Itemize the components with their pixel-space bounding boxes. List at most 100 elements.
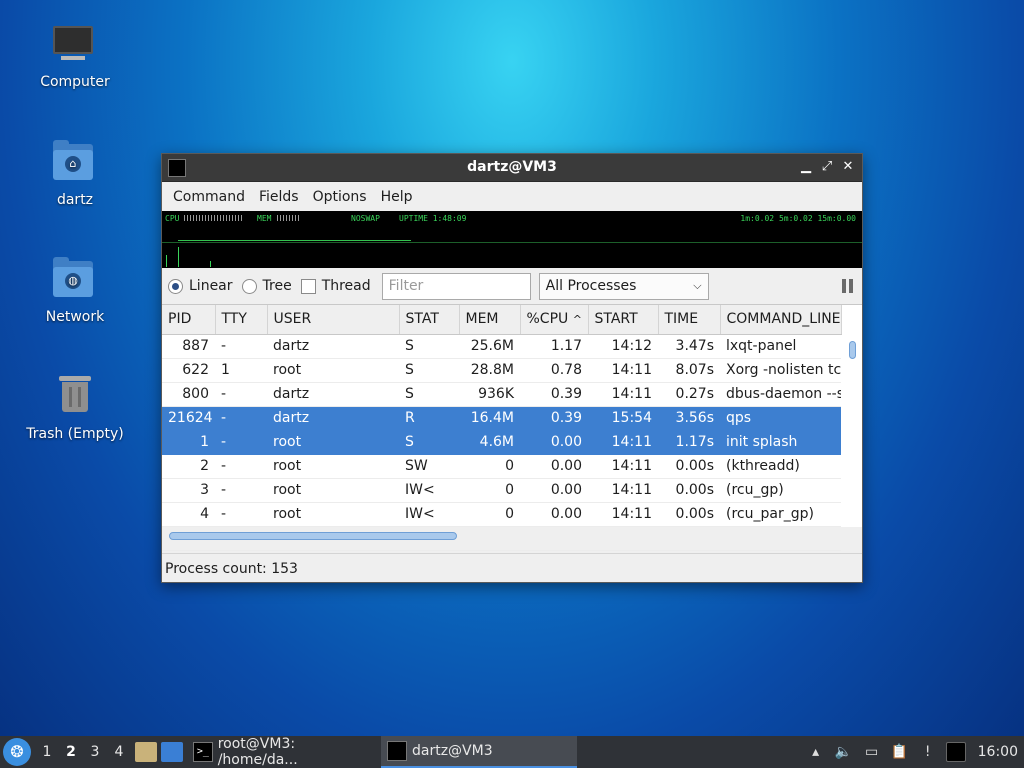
table-row[interactable]: 622 1 root S 28.8M 0.78 14:11 8.07s Xorg -nolist… <box>162 358 841 383</box>
desktop-icon-label: dartz <box>56 192 94 208</box>
maximize-icon[interactable]: ⤢ <box>819 159 835 175</box>
start-cell: 14:11 <box>588 502 658 527</box>
command-cell: (rcu_gp) <box>720 478 841 503</box>
column-header-stat[interactable]: STAT <box>399 305 460 335</box>
column-header-cpu[interactable]: %CPU ^ <box>520 305 589 335</box>
window-title: dartz@VM3 <box>467 159 557 175</box>
tree-radio[interactable]: Tree <box>241 278 292 294</box>
user-cell: dartz <box>267 334 399 359</box>
clock[interactable]: 16:00 <box>978 744 1018 760</box>
start-cell: 14:11 <box>588 430 658 455</box>
mem-bar <box>277 215 299 221</box>
column-header-user[interactable]: USER <box>267 305 400 335</box>
desktop-icon-computer[interactable]: Computer <box>15 20 135 90</box>
command-cell: qps <box>720 406 841 431</box>
user-cell: dartz <box>267 406 399 431</box>
column-header-mem[interactable]: MEM <box>459 305 521 335</box>
horizontal-scrollbar[interactable] <box>162 527 862 545</box>
thread-checkbox-indicator[interactable] <box>300 278 316 294</box>
volume-icon[interactable]: 🔈 <box>834 742 854 762</box>
file-manager-icon[interactable] <box>135 742 157 762</box>
pid-cell: 4 <box>162 502 215 527</box>
vertical-scrollbar[interactable] <box>847 335 859 527</box>
command-cell: lxqt-panel <box>720 334 841 359</box>
column-header-time[interactable]: TIME <box>658 305 721 335</box>
column-header-tty[interactable]: TTY <box>215 305 268 335</box>
minimize-icon[interactable]: ▁ <box>798 159 814 175</box>
desktop-switch-4[interactable]: 4 <box>107 744 131 760</box>
table-row[interactable]: 21624- dartz R 16.4M 0.39 15:54 3.56s qps <box>162 406 841 431</box>
process-count: Process count: 153 <box>165 560 298 577</box>
column-header-cpu-label: %CPU <box>526 311 569 328</box>
clipboard-icon[interactable]: 📋 <box>890 742 910 762</box>
process-scope-select[interactable]: All Processes ⌵ <box>538 272 709 300</box>
task-terminal[interactable]: >_ root@VM3: /home/da... <box>187 736 377 768</box>
network-icon[interactable]: ▭ <box>862 742 882 762</box>
cpu-cell: 0.39 <box>520 406 588 431</box>
horizontal-scrollbar-thumb[interactable] <box>169 532 457 540</box>
desktop-icon-home-folder[interactable]: ⌂ dartz <box>15 138 135 208</box>
tty-cell: - <box>215 382 267 407</box>
taskbar: ❂ 1 2 3 4 >_ root@VM3: /home/da... dartz… <box>0 736 1024 768</box>
noswap-label: NOSWAP <box>351 214 380 223</box>
status-bar: Process count: 153 <box>162 553 862 583</box>
computer-icon <box>51 20 99 68</box>
menu-options[interactable]: Options <box>306 189 374 205</box>
notification-icon[interactable]: ! <box>918 742 938 762</box>
vertical-scrollbar-thumb[interactable] <box>849 341 856 359</box>
desktop-switch-2[interactable]: 2 <box>59 744 83 760</box>
menu-fields[interactable]: Fields <box>252 189 306 205</box>
show-desktop-icon[interactable] <box>161 742 183 762</box>
column-header-pid[interactable]: PID <box>162 305 216 335</box>
linear-radio-indicator[interactable] <box>168 278 183 294</box>
cpu-cell: 0.00 <box>520 430 588 455</box>
column-header-command-line[interactable]: COMMAND_LINE <box>720 305 842 335</box>
user-cell: root <box>267 454 399 479</box>
start-cell: 14:11 <box>588 454 658 479</box>
history-spike <box>166 255 167 267</box>
mem-cell: 0 <box>459 454 520 479</box>
chevron-down-icon: ⌵ <box>693 279 702 292</box>
desktop-switch-3[interactable]: 3 <box>83 744 107 760</box>
close-icon[interactable]: ✕ <box>840 159 856 175</box>
terminal-icon: >_ <box>193 742 213 762</box>
thread-checkbox[interactable]: Thread <box>300 278 371 294</box>
tree-radio-indicator[interactable] <box>241 278 257 294</box>
column-header-start[interactable]: START <box>588 305 659 335</box>
table-row[interactable]: 887- dartz S 25.6M 1.17 14:12 3.47s lxqt-panel <box>162 334 841 359</box>
command-cell: init splash <box>720 430 841 455</box>
network-folder-icon: ◍ <box>51 255 99 303</box>
history-spike <box>178 247 179 267</box>
qps-tray-icon[interactable] <box>945 742 966 762</box>
desktop-switch-1[interactable]: 1 <box>35 744 59 760</box>
mem-cell: 16.4M <box>459 406 520 431</box>
desktop-icon-trash[interactable]: Trash (Empty) <box>15 372 135 442</box>
menu-help[interactable]: Help <box>374 189 420 205</box>
filter-input[interactable] <box>381 272 531 300</box>
menubar: Command Fields Options Help <box>162 182 862 211</box>
desktop-icon-network[interactable]: ◍ Network <box>15 255 135 325</box>
pause-icon[interactable] <box>842 279 854 293</box>
table-row[interactable]: 2- root SW 0 0.00 14:11 0.00s (kthreadd) <box>162 454 841 479</box>
command-cell: Xorg -nolisten tcp <box>720 358 841 383</box>
command-cell: dbus-daemon --se <box>720 382 841 407</box>
thread-label: Thread <box>321 278 371 294</box>
task-qps[interactable]: dartz@VM3 <box>381 736 577 768</box>
start-cell: 14:12 <box>588 334 658 359</box>
tray-expand-icon[interactable]: ▴ <box>806 742 826 762</box>
window-titlebar[interactable]: dartz@VM3 ▁ ⤢ ✕ <box>162 154 862 182</box>
stat-cell: R <box>399 406 459 431</box>
process-table: PID TTY USER STAT MEM %CPU ^ START TIME … <box>162 304 862 551</box>
table-row[interactable]: 4- root IW< 0 0.00 14:11 0.00s (rcu_par_gp) <box>162 502 841 527</box>
table-row[interactable]: 1- root S 4.6M 0.00 14:11 1.17s init splash <box>162 430 841 455</box>
desktop-icon-label: Computer <box>40 74 110 90</box>
history-spike <box>210 261 211 267</box>
linear-radio[interactable]: Linear <box>168 278 233 294</box>
start-menu-icon[interactable]: ❂ <box>3 738 31 766</box>
table-row[interactable]: 3- root IW< 0 0.00 14:11 0.00s (rcu_gp) <box>162 478 841 503</box>
pid-cell: 3 <box>162 478 215 503</box>
stat-cell: S <box>399 382 459 407</box>
stat-cell: IW< <box>399 502 459 527</box>
table-row[interactable]: 800- dartz S 936K 0.39 14:11 0.27s dbus-daemon … <box>162 382 841 407</box>
menu-command[interactable]: Command <box>166 189 252 205</box>
